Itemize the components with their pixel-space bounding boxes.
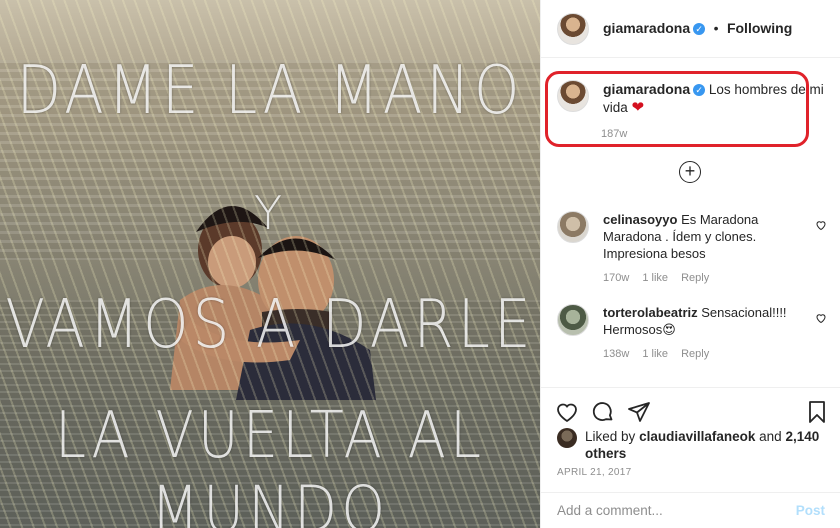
comment-body: torterolabeatriz Sensacional!!!! Hermoso… — [603, 304, 803, 338]
caption-text-block: giamaradona ✓ Los hombres de mi vida ❤ — [603, 80, 827, 117]
post-date[interactable]: APRIL 21, 2017 — [557, 467, 631, 478]
comment-item: celinasoyyo Es Maradona Maradona . Ídem … — [557, 211, 827, 284]
post-photo[interactable]: DAME LA MANO Y VAMOS A DARLE LA VUELTA A… — [0, 0, 540, 528]
liker-username[interactable]: claudiavillafaneok — [639, 429, 755, 444]
post-actions-bar — [541, 387, 840, 433]
bookmark-icon[interactable] — [805, 400, 829, 424]
author-info: giamaradona ✓ • Following — [603, 20, 792, 38]
post-side-panel: giamaradona ✓ • Following giamaradona ✓ Lo… — [540, 0, 840, 528]
share-icon[interactable] — [627, 400, 651, 424]
photo-text-line-4: LA VUELTA AL MUNDO — [54, 398, 486, 528]
commenter-username[interactable]: torterolabeatriz — [603, 305, 698, 320]
load-more-comments-button[interactable]: + — [679, 161, 701, 183]
commenter-avatar[interactable] — [557, 304, 589, 336]
liked-by: Liked by claudiavillafaneok and 2,140 ot… — [557, 428, 827, 462]
caption: giamaradona ✓ Los hombres de mi vida ❤ — [557, 80, 827, 117]
comment-time[interactable]: 170w — [603, 272, 629, 284]
post-header: giamaradona ✓ • Following — [541, 0, 840, 58]
reply-button[interactable]: Reply — [681, 272, 709, 284]
comment-likes[interactable]: 1 like — [642, 348, 668, 360]
liker-avatar[interactable] — [557, 428, 577, 448]
caption-timestamp[interactable]: 187w — [601, 128, 627, 140]
verified-badge-icon: ✓ — [693, 22, 706, 35]
caption-username[interactable]: giamaradona — [603, 81, 690, 97]
post-comment-button[interactable]: Post — [796, 503, 825, 518]
comment-item: torterolabeatriz Sensacional!!!! Hermoso… — [557, 304, 827, 360]
author-avatar[interactable] — [557, 12, 589, 45]
comment-heart-icon[interactable] — [815, 312, 827, 327]
comment-icon[interactable] — [591, 400, 615, 424]
comment-time[interactable]: 138w — [603, 348, 629, 360]
liked-by-and: and — [759, 429, 782, 444]
heart-icon[interactable] — [555, 400, 579, 424]
comment-body: celinasoyyo Es Maradona Maradona . Ídem … — [603, 211, 803, 262]
photo-text-line-2: Y — [253, 186, 287, 240]
liked-by-prefix: Liked by — [585, 429, 636, 444]
heart-emoji: ❤ — [631, 99, 645, 116]
add-comment-bar: Add a comment... Post — [541, 492, 840, 528]
verified-badge-icon: ✓ — [693, 84, 706, 96]
commenter-username[interactable]: celinasoyyo — [603, 212, 677, 227]
add-comment-input[interactable]: Add a comment... — [557, 503, 663, 518]
photo-text-line-1: DAME LA MANO — [16, 50, 524, 130]
comment-likes[interactable]: 1 like — [642, 272, 668, 284]
separator-dot: • — [713, 19, 719, 36]
comment-meta: 170w 1 like Reply — [603, 272, 803, 284]
caption-avatar[interactable] — [557, 80, 589, 112]
liked-by-text: Liked by claudiavillafaneok and 2,140 ot… — [585, 428, 827, 462]
reply-button[interactable]: Reply — [681, 348, 709, 360]
comment-meta: 138w 1 like Reply — [603, 348, 803, 360]
following-button[interactable]: Following — [727, 20, 792, 36]
photo-text-line-3: VAMOS A DARLE — [5, 284, 535, 364]
comment-heart-icon[interactable] — [815, 219, 827, 234]
author-username[interactable]: giamaradona — [603, 20, 690, 36]
commenter-avatar[interactable] — [557, 211, 589, 243]
